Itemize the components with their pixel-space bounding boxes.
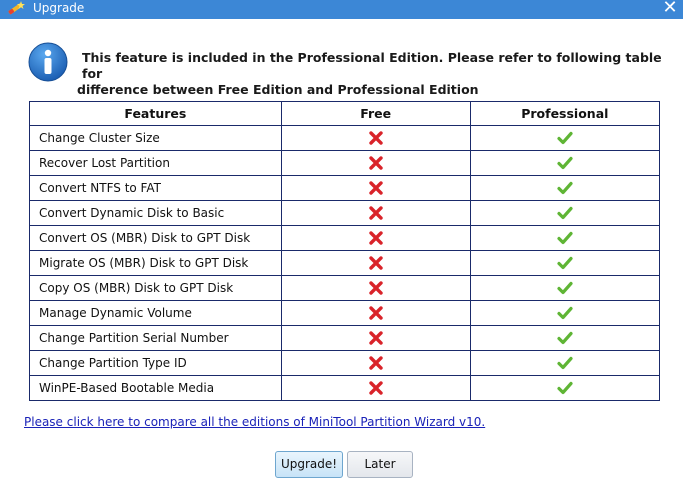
table-row: Convert NTFS to FAT [29, 175, 661, 201]
free-cell [280, 250, 471, 276]
professional-cell [469, 225, 661, 251]
feature-name: Recover Lost Partition [29, 150, 282, 176]
table-row: Change Cluster Size [29, 125, 661, 151]
table-row: Convert OS (MBR) Disk to GPT Disk [29, 225, 661, 251]
table-row: Recover Lost Partition [29, 150, 661, 176]
red-cross-icon [368, 131, 383, 145]
table-row: Migrate OS (MBR) Disk to GPT Disk [29, 250, 661, 276]
intro-line-1: This feature is included in the Professi… [82, 50, 662, 81]
free-cell [280, 225, 471, 251]
red-cross-icon [368, 281, 383, 295]
professional-cell [469, 200, 661, 226]
red-cross-icon [368, 156, 383, 170]
title-bar: Upgrade ✕ [0, 0, 683, 19]
feature-name: Copy OS (MBR) Disk to GPT Disk [29, 275, 282, 301]
free-cell [280, 150, 471, 176]
intro-line-2: difference between Free Edition and Prof… [77, 82, 479, 97]
table-row: Change Partition Serial Number [29, 325, 661, 351]
table-row: Copy OS (MBR) Disk to GPT Disk [29, 275, 661, 301]
green-check-icon [557, 331, 573, 345]
professional-cell [469, 125, 661, 151]
header-professional: Professional [469, 101, 661, 126]
table-row: Convert Dynamic Disk to Basic [29, 200, 661, 226]
table-header-row: Features Free Professional [29, 101, 661, 126]
professional-cell [469, 300, 661, 326]
compare-editions-link[interactable]: Please click here to compare all the edi… [24, 415, 485, 429]
free-cell [280, 175, 471, 201]
green-check-icon [557, 131, 573, 145]
table-body: Change Cluster Size Recover Lost Partitio… [29, 125, 661, 401]
intro-text: This feature is included in the Professi… [77, 50, 667, 98]
feature-name: Change Partition Serial Number [29, 325, 282, 351]
green-check-icon [557, 256, 573, 270]
free-cell [280, 200, 471, 226]
red-cross-icon [368, 256, 383, 270]
red-cross-icon [368, 356, 383, 370]
wand-icon [6, 0, 28, 19]
green-check-icon [557, 231, 573, 245]
feature-name: Convert OS (MBR) Disk to GPT Disk [29, 225, 282, 251]
feature-name: Convert Dynamic Disk to Basic [29, 200, 282, 226]
green-check-icon [557, 181, 573, 195]
red-cross-icon [368, 181, 383, 195]
free-cell [280, 350, 471, 376]
free-cell [280, 275, 471, 301]
green-check-icon [557, 206, 573, 220]
green-check-icon [557, 356, 573, 370]
feature-name: Change Cluster Size [29, 125, 282, 151]
later-button[interactable]: Later [347, 451, 413, 478]
free-cell [280, 125, 471, 151]
close-button[interactable]: ✕ [661, 0, 679, 18]
red-cross-icon [368, 381, 383, 395]
free-cell [280, 300, 471, 326]
header-free: Free [280, 101, 471, 126]
green-check-icon [557, 306, 573, 320]
professional-cell [469, 175, 661, 201]
green-check-icon [557, 156, 573, 170]
red-cross-icon [368, 306, 383, 320]
feature-name: Migrate OS (MBR) Disk to GPT Disk [29, 250, 282, 276]
table-row: Change Partition Type ID [29, 350, 661, 376]
table-row: WinPE-Based Bootable Media [29, 375, 661, 401]
header-features: Features [29, 101, 282, 126]
free-cell [280, 375, 471, 401]
professional-cell [469, 250, 661, 276]
feature-name: Convert NTFS to FAT [29, 175, 282, 201]
professional-cell [469, 375, 661, 401]
red-cross-icon [368, 231, 383, 245]
professional-cell [469, 150, 661, 176]
professional-cell [469, 275, 661, 301]
red-cross-icon [368, 206, 383, 220]
green-check-icon [557, 381, 573, 395]
professional-cell [469, 350, 661, 376]
red-cross-icon [368, 331, 383, 345]
feature-name: Manage Dynamic Volume [29, 300, 282, 326]
feature-name: WinPE-Based Bootable Media [29, 375, 282, 401]
window-title: Upgrade [33, 1, 85, 15]
upgrade-button[interactable]: Upgrade! [275, 451, 343, 478]
table-row: Manage Dynamic Volume [29, 300, 661, 326]
feature-name: Change Partition Type ID [29, 350, 282, 376]
free-cell [280, 325, 471, 351]
professional-cell [469, 325, 661, 351]
info-icon [28, 42, 68, 82]
green-check-icon [557, 281, 573, 295]
features-table: Features Free Professional Change Cluste… [29, 101, 661, 401]
